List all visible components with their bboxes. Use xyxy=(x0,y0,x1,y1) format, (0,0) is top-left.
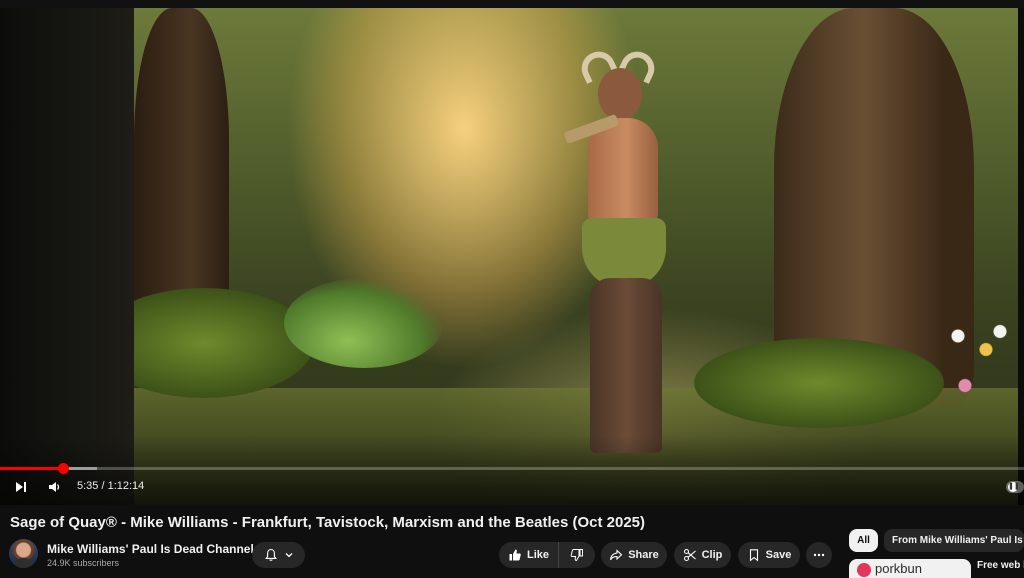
more-actions-button[interactable] xyxy=(806,542,832,568)
next-icon xyxy=(16,482,26,492)
moss-mound-left xyxy=(134,288,314,398)
chip-from-channel[interactable]: From Mike Williams' Paul Is D xyxy=(884,529,1024,552)
like-dislike-group: Like xyxy=(499,542,595,568)
ad-side-text[interactable]: Free web h xyxy=(977,560,1024,571)
autoplay-toggle[interactable]: ❚❚ xyxy=(1006,481,1024,493)
bell-icon xyxy=(264,548,277,561)
chip-all[interactable]: All xyxy=(849,529,878,552)
notification-bell-button[interactable] xyxy=(252,542,305,568)
clip-button[interactable]: Clip xyxy=(674,542,731,568)
video-title: Sage of Quay® - Mike Williams - Frankfur… xyxy=(10,514,645,531)
faun-figure xyxy=(563,46,684,458)
time-display: 5:35 / 1:12:14 xyxy=(77,480,145,492)
save-label: Save xyxy=(765,549,792,561)
dislike-button[interactable] xyxy=(559,542,595,568)
like-button[interactable]: Like xyxy=(499,542,559,568)
like-label: Like xyxy=(527,549,550,561)
volume-button[interactable] xyxy=(41,474,67,500)
share-label: Share xyxy=(628,549,659,561)
next-button[interactable] xyxy=(8,474,34,500)
video-frame[interactable] xyxy=(134,8,1018,505)
bookmark-icon xyxy=(749,549,758,562)
scissors-icon xyxy=(683,548,696,562)
volume-icon xyxy=(49,482,60,492)
sponsored-ad-card[interactable]: porkbun xyxy=(849,559,971,578)
moss-mound xyxy=(694,338,944,428)
subscriber-count: 24.9K subscribers xyxy=(47,558,120,568)
autoplay-pause-icon: ❚❚ xyxy=(1008,482,1020,492)
faun-head xyxy=(598,68,642,120)
clip-label: Clip xyxy=(701,549,723,561)
wildflowers xyxy=(944,318,1014,408)
avatar-shirt xyxy=(13,558,34,568)
channel-name-link[interactable]: Mike Williams' Paul Is Dead Channel xyxy=(47,542,254,556)
fern-plant xyxy=(284,278,444,368)
share-icon xyxy=(610,549,623,561)
thumbs-down-icon xyxy=(570,549,583,562)
channel-avatar[interactable] xyxy=(9,539,38,568)
video-player[interactable]: 5:35 / 1:12:14 ❚❚ xyxy=(0,0,1024,505)
ad-brand-name: porkbun xyxy=(875,561,922,576)
player-controls: 5:35 / 1:12:14 ❚❚ xyxy=(0,474,1024,500)
video-right-letterbox xyxy=(1018,8,1024,505)
video-left-letterbox xyxy=(0,8,134,505)
more-horizontal-icon xyxy=(813,553,825,557)
goat-legs xyxy=(590,278,662,453)
chevron-down-icon xyxy=(285,553,292,558)
porkbun-logo-icon xyxy=(857,563,871,577)
share-button[interactable]: Share xyxy=(601,542,667,568)
faun-torso xyxy=(588,118,658,228)
top-edge xyxy=(0,0,1024,8)
save-button[interactable]: Save xyxy=(738,542,800,568)
thumbs-up-icon xyxy=(509,549,521,561)
progress-bar[interactable] xyxy=(0,463,1024,474)
progress-played xyxy=(0,467,64,470)
